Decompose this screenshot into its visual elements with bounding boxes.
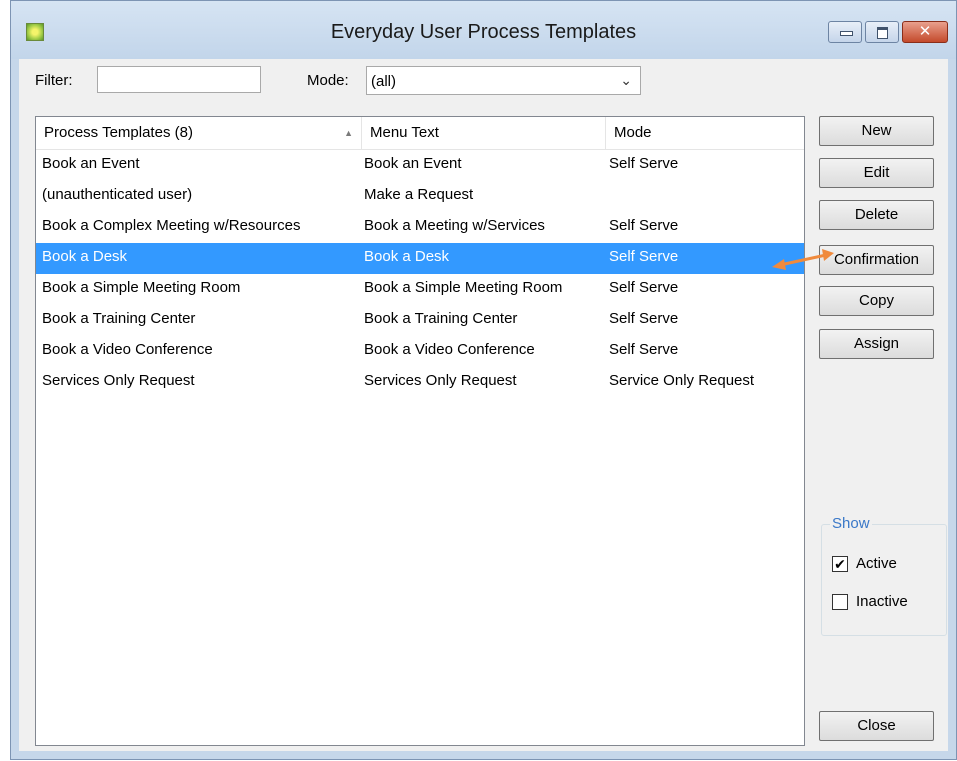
row-process-template: (unauthenticated user) xyxy=(42,186,193,203)
table-row[interactable]: Book a Video Conference Book a Video Con… xyxy=(36,336,804,367)
table-row-selected[interactable]: Book a Desk Book a Desk Self Serve xyxy=(36,243,804,274)
row-menu-text: Services Only Request xyxy=(364,372,517,389)
show-filter-group: Show ✔ Active Inactive xyxy=(821,515,947,636)
table-row[interactable]: Book a Complex Meeting w/Resources Book … xyxy=(36,212,804,243)
show-legend: Show xyxy=(830,515,872,532)
maximize-icon[interactable] xyxy=(865,21,899,43)
chevron-down-icon[interactable]: ⌄ xyxy=(620,72,632,89)
row-mode: Self Serve xyxy=(609,310,679,327)
mode-select[interactable]: (all) ⌄ xyxy=(366,66,641,95)
column-header-process-templates[interactable]: Process Templates (8) ▲ xyxy=(36,117,362,149)
mode-label: Mode: xyxy=(307,72,349,89)
row-mode: Self Serve xyxy=(609,155,679,172)
row-process-template: Book an Event xyxy=(42,155,140,172)
row-process-template: Book a Desk xyxy=(42,248,128,265)
table-row[interactable]: Book an Event Book an Event Self Serve xyxy=(36,150,804,181)
row-process-template: Book a Complex Meeting w/Resources xyxy=(42,217,301,234)
row-mode: Self Serve xyxy=(609,341,679,358)
row-menu-text: Book a Meeting w/Services xyxy=(364,217,545,234)
table-row[interactable]: (unauthenticated user) Make a Request xyxy=(36,181,804,212)
active-checkbox[interactable]: ✔ xyxy=(832,555,848,572)
row-mode: Self Serve xyxy=(609,279,679,296)
column-header-menu-text[interactable]: Menu Text xyxy=(362,117,606,149)
row-menu-text: Make a Request xyxy=(364,186,474,203)
row-menu-text: Book a Video Conference xyxy=(364,341,535,358)
title-bar[interactable]: Everyday User Process Templates ✕ xyxy=(11,1,956,59)
table-row[interactable]: Book a Simple Meeting Room Book a Simple… xyxy=(36,274,804,305)
active-label: Active xyxy=(856,555,897,572)
window-title: Everyday User Process Templates xyxy=(330,21,637,43)
column-header-mode[interactable]: Mode xyxy=(606,117,806,149)
row-mode: Self Serve xyxy=(609,217,679,234)
table-row[interactable]: Services Only Request Services Only Requ… xyxy=(36,367,804,398)
row-process-template: Services Only Request xyxy=(42,372,195,389)
row-process-template: Book a Training Center xyxy=(42,310,196,327)
row-process-template: Book a Video Conference xyxy=(42,341,213,358)
dialog-body: Filter: Mode: (all) ⌄ Process Templates … xyxy=(19,59,948,751)
minimize-icon[interactable] xyxy=(828,21,862,43)
copy-button[interactable]: Copy xyxy=(819,286,934,316)
row-mode: Self Serve xyxy=(609,248,679,265)
row-menu-text: Book a Simple Meeting Room xyxy=(364,279,563,296)
edit-button[interactable]: Edit xyxy=(819,158,934,188)
row-mode: Service Only Request xyxy=(609,372,755,389)
mode-selected-value: (all) xyxy=(371,73,396,90)
list-header: Process Templates (8) ▲ Menu Text Mode xyxy=(36,117,804,150)
window-controls: ✕ xyxy=(828,21,948,43)
inactive-checkbox-row[interactable]: Inactive xyxy=(832,593,908,610)
process-templates-list[interactable]: Process Templates (8) ▲ Menu Text Mode B… xyxy=(35,116,805,746)
inactive-label: Inactive xyxy=(856,593,908,610)
row-menu-text: Book a Training Center xyxy=(364,310,518,327)
row-menu-text: Book an Event xyxy=(364,155,462,172)
sort-ascending-icon: ▲ xyxy=(344,128,353,138)
close-button[interactable]: Close xyxy=(819,711,934,741)
delete-button[interactable]: Delete xyxy=(819,200,934,230)
assign-button[interactable]: Assign xyxy=(819,329,934,359)
row-process-template: Book a Simple Meeting Room xyxy=(42,279,241,296)
confirmation-button[interactable]: Confirmation xyxy=(819,245,934,275)
inactive-checkbox[interactable] xyxy=(832,593,848,610)
new-button[interactable]: New xyxy=(819,116,934,146)
close-icon[interactable]: ✕ xyxy=(902,21,948,43)
filter-label: Filter: xyxy=(35,72,73,89)
filter-input[interactable] xyxy=(97,66,261,93)
table-row[interactable]: Book a Training Center Book a Training C… xyxy=(36,305,804,336)
process-templates-window: Everyday User Process Templates ✕ Filter… xyxy=(10,0,957,760)
active-checkbox-row[interactable]: ✔ Active xyxy=(832,555,897,572)
row-menu-text: Book a Desk xyxy=(364,248,450,265)
